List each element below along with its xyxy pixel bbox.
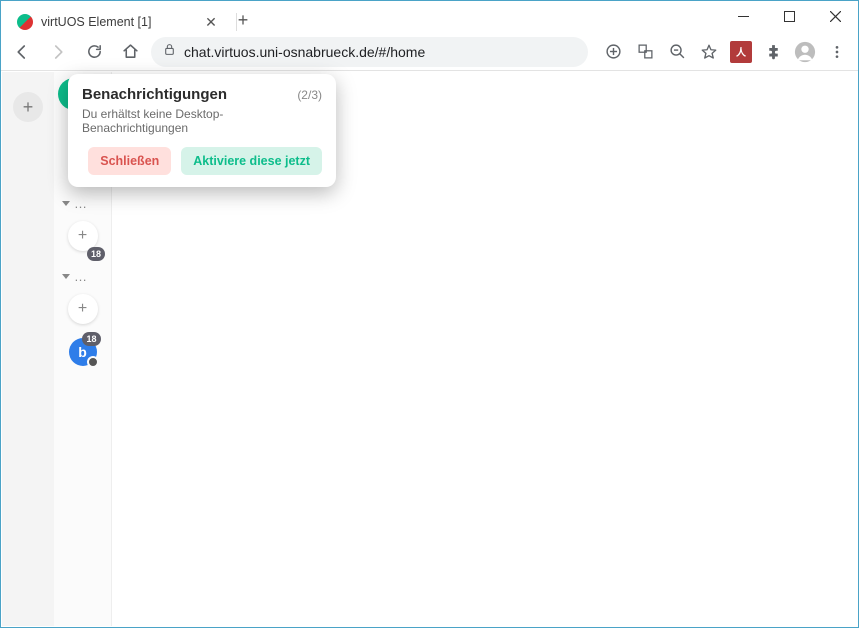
reload-button[interactable] [79, 37, 109, 67]
status-dot-icon [87, 356, 99, 368]
section-label-1: … [74, 196, 88, 211]
unread-badge-2: 18 [82, 332, 100, 346]
section-toggle-2[interactable]: … [54, 269, 111, 284]
favicon-icon [17, 14, 33, 30]
extensions-icon[interactable] [758, 37, 788, 67]
section-toggle-1[interactable]: … [54, 196, 111, 211]
translate-icon[interactable] [630, 37, 660, 67]
lock-icon [163, 43, 176, 61]
browser-toolbar: chat.virtuos.uni-osnabrueck.de/#/home 人 [1, 33, 858, 71]
back-button[interactable] [7, 37, 37, 67]
pdf-extension-icon[interactable]: 人 [726, 37, 756, 67]
add-room-button-2[interactable]: + [68, 294, 98, 324]
spaces-panel: + [2, 72, 54, 626]
titlebar: virtUOS Element [1] ✕ + [1, 1, 858, 33]
profile-icon[interactable] [790, 37, 820, 67]
app-content: + … + 18 … + b 18 [2, 72, 857, 626]
install-app-icon[interactable] [598, 37, 628, 67]
notification-toast: Benachrichtigungen (2/3) Du erhältst kei… [68, 74, 336, 187]
unread-badge-1: 18 [87, 247, 105, 261]
chevron-down-icon [62, 201, 70, 206]
kebab-menu-icon[interactable] [822, 37, 852, 67]
url-text: chat.virtuos.uni-osnabrueck.de/#/home [184, 44, 425, 60]
section-label-2: … [74, 269, 88, 284]
room-letter: b [78, 344, 87, 360]
forward-button[interactable] [43, 37, 73, 67]
tab-title: virtUOS Element [1] [41, 15, 203, 29]
new-tab-button[interactable]: + [229, 7, 257, 33]
toast-title: Benachrichtigungen [82, 86, 227, 103]
home-button[interactable] [115, 37, 145, 67]
toolbar-right-group: 人 [598, 37, 852, 67]
tab-close-button[interactable]: ✕ [203, 14, 219, 30]
maximize-button[interactable] [766, 1, 812, 31]
zoom-icon[interactable] [662, 37, 692, 67]
window-controls [720, 1, 858, 33]
close-window-button[interactable] [812, 1, 858, 31]
chevron-down-icon [62, 274, 70, 279]
toast-close-button[interactable]: Schließen [88, 147, 171, 175]
toast-activate-button[interactable]: Aktiviere diese jetzt [181, 147, 322, 175]
toast-message: Du erhältst keine Desktop-Benachrichtigu… [82, 107, 322, 135]
browser-tab[interactable]: virtUOS Element [1] ✕ [9, 7, 229, 37]
add-space-button[interactable]: + [13, 92, 43, 122]
browser-window: virtUOS Element [1] ✕ + chat.virtuos.uni… [0, 0, 859, 628]
toast-counter: (2/3) [297, 88, 322, 102]
room-avatar-b[interactable]: b 18 [69, 338, 97, 366]
main-area: Benachrichtigungen (2/3) Du erhältst kei… [112, 72, 857, 626]
address-bar[interactable]: chat.virtuos.uni-osnabrueck.de/#/home [151, 37, 588, 67]
minimize-button[interactable] [720, 1, 766, 31]
bookmark-star-icon[interactable] [694, 37, 724, 67]
